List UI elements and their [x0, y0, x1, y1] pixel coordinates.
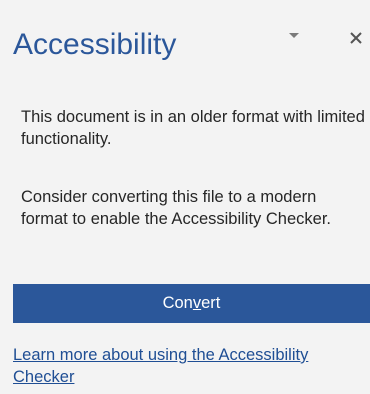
- convert-suggestion-message: Consider converting this file to a moder…: [21, 188, 331, 228]
- convert-button-label: Convert: [162, 294, 221, 312]
- access-key-letter: v: [192, 294, 202, 312]
- chevron-down-icon: [282, 24, 306, 48]
- accessibility-pane: Accessibility This document is in an old…: [0, 0, 370, 394]
- close-icon: [342, 24, 370, 52]
- learn-more-link[interactable]: Learn more about using the Accessibility…: [13, 344, 370, 388]
- pane-options-button[interactable]: [282, 24, 306, 48]
- convert-button[interactable]: Convert: [13, 284, 370, 323]
- older-format-message: This document is in an older format with…: [21, 108, 365, 148]
- pane-title: Accessibility: [13, 28, 177, 61]
- close-pane-button[interactable]: [342, 24, 370, 52]
- pane-header: Accessibility: [0, 0, 370, 90]
